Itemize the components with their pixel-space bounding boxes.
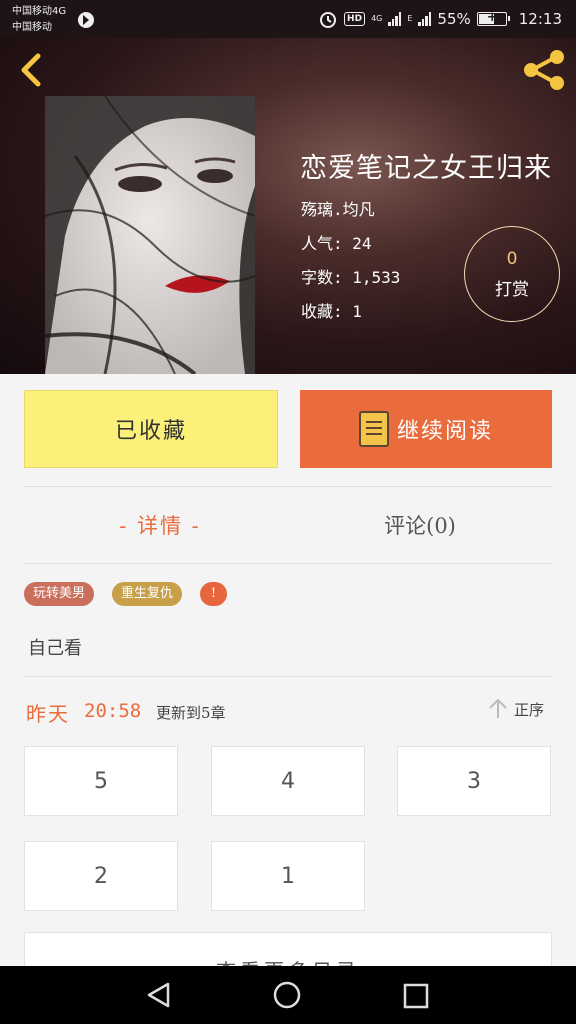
nav-home-icon[interactable] bbox=[272, 980, 302, 1010]
chapter-button[interactable]: 4 bbox=[211, 746, 365, 816]
book-popularity: 人气: 24 bbox=[301, 234, 372, 253]
share-button[interactable] bbox=[520, 48, 568, 92]
book-cover[interactable] bbox=[45, 96, 255, 374]
nav-recent-icon[interactable] bbox=[402, 982, 430, 1010]
book-author[interactable]: 殇璃.均凡 bbox=[301, 196, 375, 220]
chapter-button[interactable]: 3 bbox=[397, 746, 551, 816]
chapter-button[interactable]: 5 bbox=[24, 746, 178, 816]
signal-2-icon bbox=[418, 12, 432, 26]
back-button[interactable] bbox=[14, 50, 48, 90]
share-icon bbox=[524, 50, 564, 90]
reward-button[interactable]: 0 打赏 bbox=[464, 226, 560, 322]
sort-order-button[interactable]: 正序 bbox=[488, 698, 544, 720]
book-favorites: 收藏: 1 bbox=[301, 302, 362, 321]
update-time: 20:58 bbox=[84, 700, 142, 722]
carrier-2: 中国移动 bbox=[12, 22, 52, 33]
hd-badge: HD bbox=[344, 12, 366, 26]
reward-count: 0 bbox=[506, 249, 518, 269]
tag-alert-chip[interactable]: ! bbox=[200, 582, 227, 606]
chapter-button[interactable]: 1 bbox=[211, 841, 365, 911]
status-icons: HD 4G E 55% + 12:13 bbox=[318, 9, 562, 29]
divider bbox=[24, 563, 552, 564]
carrier-1: 中国移动4G bbox=[12, 6, 67, 17]
favorited-button[interactable]: 已收藏 bbox=[24, 390, 278, 468]
system-nav-bar bbox=[0, 966, 576, 1024]
tab-comments[interactable]: 评论(0) bbox=[340, 506, 500, 546]
divider bbox=[24, 486, 552, 487]
battery-icon: + bbox=[476, 10, 510, 26]
network-4g-label: 4G bbox=[371, 14, 383, 23]
alarm-icon bbox=[320, 12, 337, 28]
favorited-label: 已收藏 bbox=[114, 419, 187, 444]
divider bbox=[24, 676, 552, 677]
book-word-count: 字数: 1,533 bbox=[301, 268, 401, 287]
tag-chip[interactable]: 重生复仇 bbox=[112, 582, 183, 606]
continue-reading-label: 继续阅读 bbox=[396, 419, 493, 444]
continue-reading-button[interactable]: 继续阅读 bbox=[300, 390, 552, 468]
status-bar: 中国移动4G 中国移动 HD 4G E 55% + 12:13 bbox=[0, 0, 576, 38]
data-saver-icon bbox=[78, 12, 94, 28]
nav-back-icon[interactable] bbox=[144, 981, 174, 1009]
book-icon bbox=[358, 411, 389, 447]
clock: 12:13 bbox=[518, 10, 562, 28]
network-e-label: E bbox=[407, 14, 413, 23]
tag-chip[interactable]: 玩转美男 bbox=[24, 582, 95, 606]
chapter-button[interactable]: 2 bbox=[24, 841, 178, 911]
tab-detail[interactable]: - 详情 - bbox=[80, 506, 240, 546]
update-text: 更新到5章 bbox=[156, 704, 226, 722]
sort-arrow-icon bbox=[489, 698, 507, 718]
signal-1-icon bbox=[388, 12, 402, 26]
update-day: 昨天 bbox=[26, 702, 70, 726]
sort-label: 正序 bbox=[514, 700, 545, 719]
book-title: 恋爱笔记之女王归来 bbox=[300, 153, 552, 184]
battery-percent: 55% bbox=[437, 10, 471, 28]
back-arrow-icon bbox=[21, 53, 41, 87]
cover-portrait-image bbox=[45, 96, 255, 374]
reward-label: 打赏 bbox=[495, 280, 529, 300]
book-description: 自己看 bbox=[28, 638, 82, 659]
